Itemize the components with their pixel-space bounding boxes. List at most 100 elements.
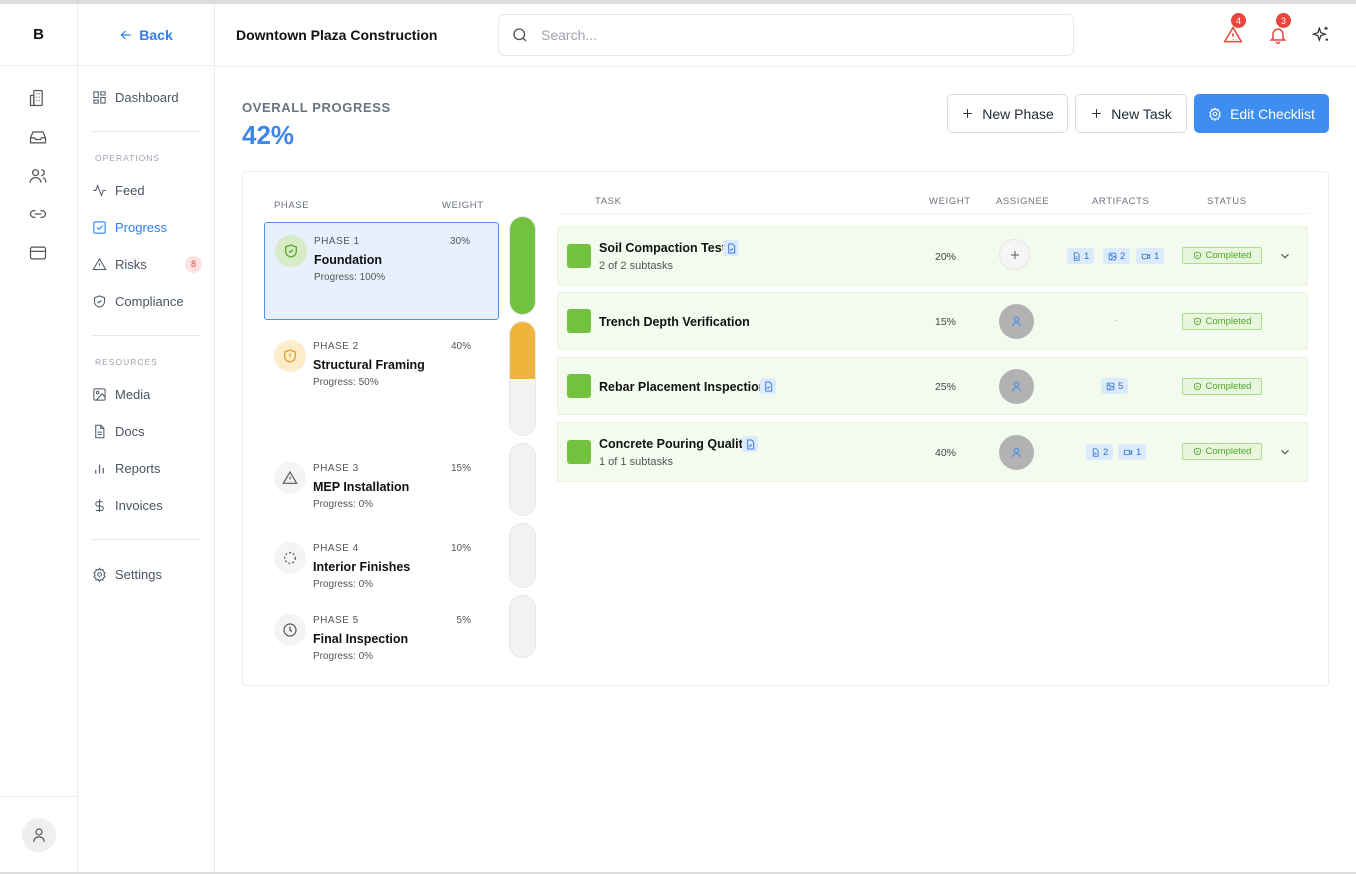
search-input[interactable] — [541, 27, 1041, 43]
chevron-down-icon[interactable] — [1278, 445, 1292, 459]
image-icon — [1106, 382, 1115, 390]
task-status-swatch — [567, 440, 591, 464]
project-title: Downtown Plaza Construction — [236, 27, 438, 43]
task-name: Trench Depth Verification — [599, 315, 750, 329]
search-bar[interactable] — [498, 14, 1074, 56]
sidebar-item-label: Invoices — [115, 497, 163, 513]
inbox-icon[interactable] — [28, 127, 48, 147]
sidebar-item-settings[interactable]: Settings — [92, 562, 202, 586]
clock-icon — [274, 614, 306, 646]
task-row[interactable]: Rebar Placement Inspection 25% 5 Complet… — [557, 357, 1308, 415]
task-weight: 20% — [935, 251, 957, 263]
sidebar-item-dashboard[interactable]: Dashboard — [92, 85, 202, 109]
new-task-button[interactable]: New Task — [1075, 94, 1187, 133]
icon-rail: B — [0, 4, 78, 872]
sidebar-item-docs[interactable]: Docs — [92, 419, 202, 443]
artifact-count: 1 — [1154, 250, 1160, 262]
artifact-count: 2 — [1103, 446, 1109, 458]
avatar[interactable] — [22, 817, 56, 852]
shield-check-icon — [1193, 382, 1201, 391]
phase-name: Structural Framing — [313, 358, 425, 372]
dashed-circle-icon — [274, 542, 306, 574]
phase-name: Interior Finishes — [313, 560, 411, 574]
phase-row[interactable]: PHASE 4 Interior Finishes Progress: 0% 1… — [264, 530, 499, 596]
add-assignee-button[interactable] — [999, 239, 1030, 270]
credit-card-icon[interactable] — [28, 243, 48, 263]
dashboard-icon — [93, 90, 106, 104]
artifact-count: 1 — [1136, 446, 1142, 458]
phase-progress-bar — [509, 443, 536, 516]
phase-row[interactable]: PHASE 2 Structural Framing Progress: 50%… — [264, 328, 499, 433]
new-phase-button[interactable]: New Phase — [947, 94, 1068, 133]
sidebar-item-compliance[interactable]: Compliance — [92, 289, 202, 313]
phase-row[interactable]: PHASE 3 MEP Installation Progress: 0% 15… — [264, 450, 499, 520]
plus-icon — [963, 109, 973, 118]
phase-progress: Progress: 0% — [313, 579, 374, 590]
plus-icon — [1092, 109, 1102, 118]
task-name: Concrete Pouring Quality — [599, 437, 750, 451]
shield-check-icon — [1193, 447, 1201, 456]
phase-progress-bar — [509, 321, 536, 436]
artifact-images[interactable]: 5 — [1101, 378, 1129, 394]
assignee-avatar[interactable] — [999, 304, 1034, 339]
users-icon[interactable] — [28, 166, 48, 186]
shield-check-icon — [1193, 317, 1201, 326]
status-badge: Completed — [1182, 247, 1262, 264]
ai-assistant-button[interactable] — [1311, 25, 1331, 45]
sidebar-nav: Back Dashboard OPERATIONS Feed Progress … — [78, 4, 215, 872]
document-check-icon[interactable] — [723, 240, 739, 256]
artifact-images[interactable]: 2 — [1103, 248, 1131, 264]
sparkles-icon — [1311, 26, 1329, 42]
sidebar-item-progress[interactable]: Progress — [92, 215, 202, 239]
sidebar-item-feed[interactable]: Feed — [92, 178, 202, 202]
chevron-down-icon[interactable] — [1278, 249, 1292, 263]
column-header-weight: WEIGHT — [442, 200, 484, 211]
artifact-videos[interactable]: 1 — [1136, 248, 1165, 264]
task-weight: 25% — [935, 381, 957, 393]
artifact-docs[interactable]: 1 — [1067, 248, 1095, 264]
sidebar-item-reports[interactable]: Reports — [92, 456, 202, 480]
assignee-avatar[interactable] — [999, 369, 1034, 404]
phase-progress: Progress: 0% — [313, 499, 374, 510]
arrow-left-icon — [120, 30, 131, 39]
task-row[interactable]: Trench Depth Verification 15% - Complete… — [557, 292, 1308, 350]
edit-checklist-button[interactable]: Edit Checklist — [1194, 94, 1329, 133]
warning-icon — [274, 462, 306, 494]
back-button[interactable]: Back — [78, 4, 214, 66]
task-row[interactable]: Concrete Pouring Quality 1 of 1 subtasks… — [557, 422, 1308, 482]
app-logo[interactable]: B — [0, 4, 77, 66]
task-row[interactable]: Soil Compaction Test 2 of 2 subtasks 20%… — [557, 226, 1308, 286]
notifications-button[interactable]: 3 — [1268, 13, 1291, 45]
sidebar-item-media[interactable]: Media — [92, 382, 202, 406]
image-icon — [1108, 252, 1117, 260]
artifact-docs[interactable]: 2 — [1086, 444, 1114, 460]
bar-chart-icon — [95, 464, 104, 473]
link-icon[interactable] — [28, 204, 48, 224]
artifact-count: 1 — [1084, 250, 1090, 262]
divider — [92, 131, 200, 132]
artifact-videos[interactable]: 1 — [1118, 444, 1147, 460]
dollar-icon — [95, 498, 104, 512]
image-icon — [93, 387, 106, 401]
phase-progress-fill — [510, 322, 535, 379]
section-title-operations: OPERATIONS — [95, 153, 161, 163]
column-header-status: STATUS — [1207, 196, 1247, 207]
sidebar-item-label: Progress — [115, 219, 168, 235]
sidebar-item-label: Reports — [115, 460, 161, 476]
document-check-icon[interactable] — [760, 378, 776, 394]
document-check-icon[interactable] — [742, 436, 758, 452]
building-icon[interactable] — [28, 88, 48, 108]
user-profile[interactable] — [0, 796, 78, 872]
phase-name: MEP Installation — [313, 480, 410, 494]
phase-row[interactable]: PHASE 5 Final Inspection Progress: 0% 5% — [264, 602, 499, 668]
sidebar-item-invoices[interactable]: Invoices — [92, 493, 202, 517]
task-name: Rebar Placement Inspection — [599, 380, 767, 394]
plus-icon — [1010, 250, 1019, 259]
alerts-button[interactable]: 4 — [1223, 13, 1246, 45]
risks-badge: 8 — [185, 255, 202, 273]
assignee-avatar[interactable] — [999, 435, 1034, 470]
sidebar-item-risks[interactable]: Risks 8 — [92, 252, 202, 276]
task-status-swatch — [567, 244, 591, 268]
phase-row[interactable]: PHASE 1 Foundation Progress: 100% 30% — [264, 222, 499, 320]
sidebar-item-label: Dashboard — [115, 89, 179, 105]
